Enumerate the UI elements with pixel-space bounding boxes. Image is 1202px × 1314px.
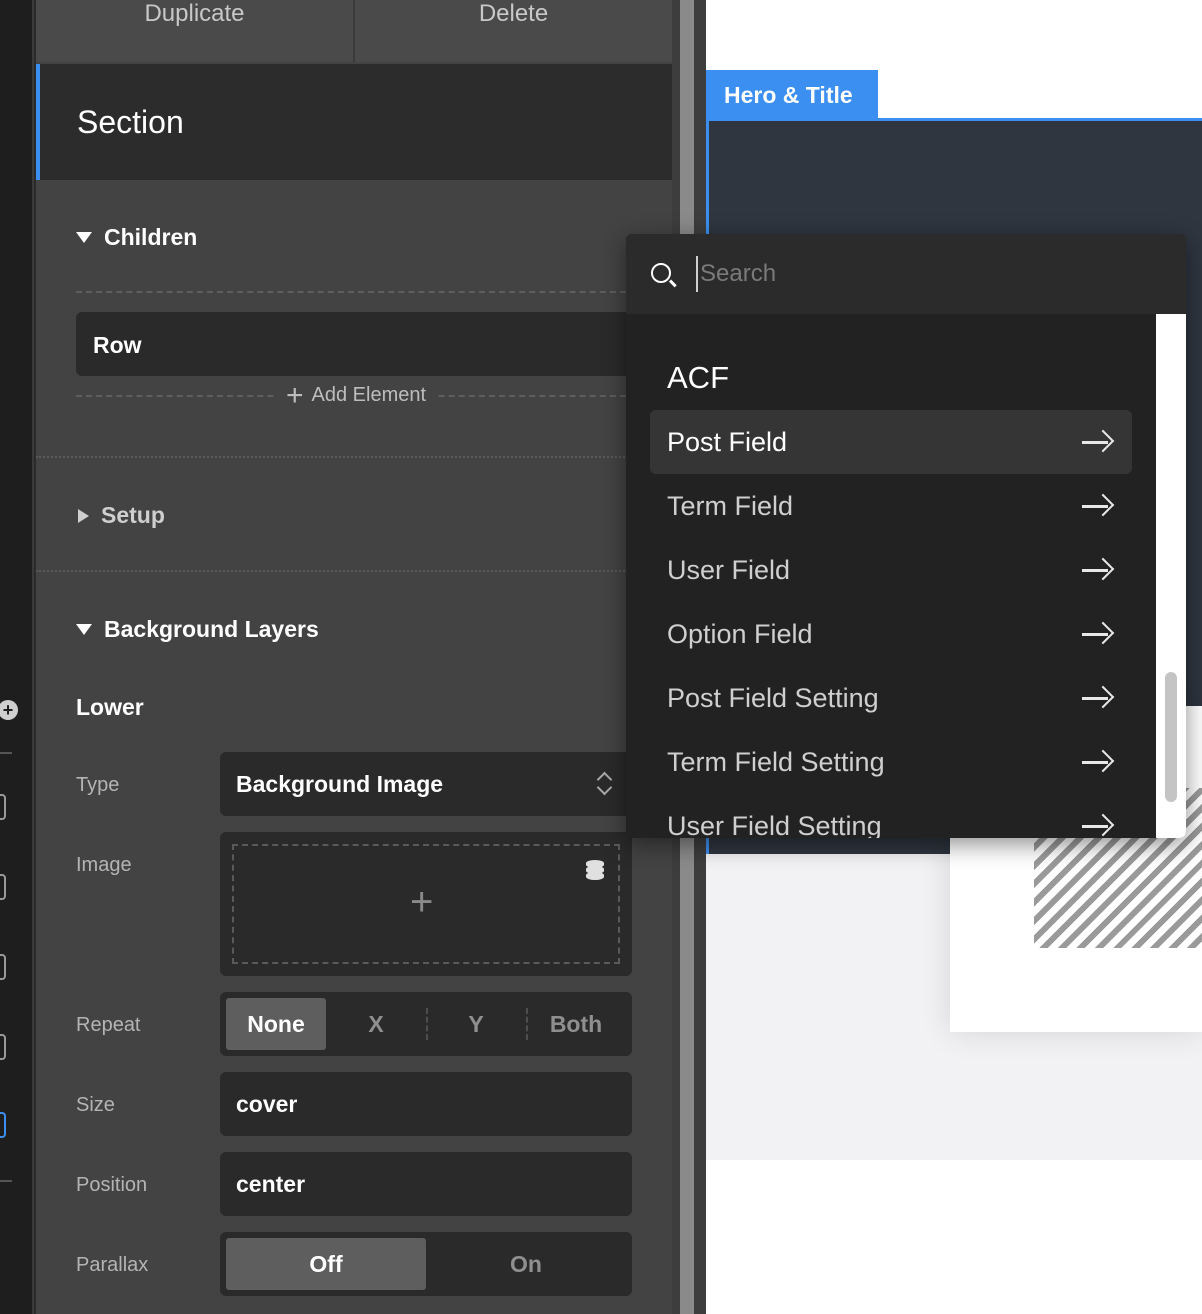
dropdown-list: ACF Post Field Term Field User Field Opt… — [626, 314, 1156, 838]
search-input[interactable] — [696, 256, 1136, 292]
child-item-label: Row — [93, 332, 142, 358]
dropdown-item-user-field[interactable]: User Field — [650, 538, 1132, 602]
dropdown-item-term-field-setting[interactable]: Term Field Setting — [650, 730, 1132, 794]
panel-top-buttons: Duplicate Delete — [36, 0, 672, 64]
caret-down-icon — [76, 232, 92, 243]
list-item-label: Term Field — [667, 491, 794, 521]
repeat-label: Repeat — [76, 1014, 141, 1036]
image-picker[interactable]: + — [220, 832, 632, 976]
setup-title: Setup — [101, 502, 165, 528]
dropdown-item-post-field[interactable]: Post Field — [650, 410, 1132, 474]
size-label: Size — [76, 1094, 115, 1116]
dropdown-item-post-field-setting[interactable]: Post Field Setting — [650, 666, 1132, 730]
selected-section-tab[interactable]: Hero & Title — [706, 70, 878, 120]
arrow-right-icon — [1082, 686, 1110, 710]
background-layers-title: Background Layers — [104, 616, 319, 642]
category-heading: ACF — [667, 360, 729, 395]
repeat-option-both[interactable]: Both — [526, 998, 626, 1050]
parallax-option-on[interactable]: On — [426, 1238, 626, 1290]
position-input[interactable]: center — [220, 1152, 632, 1216]
repeat-segmented-control: None X Y Both — [220, 992, 632, 1056]
child-item-row[interactable]: Row — [76, 312, 636, 376]
setup-group-toggle[interactable]: Setup — [78, 502, 165, 529]
parallax-option-off[interactable]: Off — [226, 1238, 426, 1290]
list-item-label: User Field — [667, 555, 791, 585]
add-element-label: Add Element — [311, 384, 427, 406]
repeat-option-y[interactable]: Y — [426, 998, 526, 1050]
rail-divider — [0, 1180, 12, 1182]
caret-right-icon — [78, 508, 89, 523]
add-icon[interactable]: + — [0, 700, 18, 720]
add-image-icon[interactable]: + — [410, 882, 433, 922]
parallax-label: Parallax — [76, 1254, 149, 1276]
group-divider — [36, 570, 636, 572]
image-label: Image — [76, 854, 132, 876]
background-layers-toggle[interactable]: Background Layers — [76, 616, 319, 643]
plus-icon: + — [286, 378, 304, 412]
list-item-label: User Field Setting — [667, 811, 882, 838]
list-item-label: Option Field — [667, 619, 813, 649]
device-icon[interactable] — [0, 1034, 6, 1060]
arrow-right-icon — [1082, 558, 1110, 582]
repeat-option-none[interactable]: None — [226, 998, 326, 1050]
element-title: Section — [77, 104, 184, 140]
position-label: Position — [76, 1174, 148, 1196]
scrollbar-thumb[interactable] — [1165, 672, 1177, 802]
children-group-toggle[interactable]: Children — [76, 224, 197, 251]
position-value: center — [236, 1171, 306, 1197]
settings-panel: Duplicate Delete Section Children Row + … — [36, 0, 672, 1314]
parallax-toggle: Off On — [220, 1232, 632, 1296]
type-select[interactable]: Background Image — [220, 752, 632, 816]
type-label: Type — [76, 774, 120, 796]
select-arrows-icon — [596, 770, 614, 798]
group-divider — [36, 456, 636, 458]
device-icon[interactable] — [0, 954, 6, 980]
caret-down-icon — [76, 624, 92, 635]
dropdown-item-user-field-setting[interactable]: User Field Setting — [650, 794, 1132, 838]
list-item-label: Term Field Setting — [667, 747, 885, 777]
device-icon[interactable] — [0, 874, 6, 900]
left-toolbar-rail: + — [0, 0, 34, 1314]
device-icon-active[interactable] — [0, 1112, 6, 1138]
arrow-right-icon — [1082, 622, 1110, 646]
add-element-button[interactable]: + Add Element — [274, 378, 439, 412]
rail-divider — [0, 752, 12, 754]
element-header: Section — [36, 64, 672, 180]
dropdown-scrollbar[interactable] — [1156, 314, 1186, 838]
size-input[interactable]: cover — [220, 1072, 632, 1136]
arrow-right-icon — [1082, 430, 1110, 454]
arrow-right-icon — [1082, 750, 1110, 774]
dropdown-item-option-field[interactable]: Option Field — [650, 602, 1132, 666]
device-icon[interactable] — [0, 794, 6, 820]
drop-zone-line — [76, 291, 636, 293]
duplicate-button[interactable]: Duplicate — [36, 0, 355, 62]
list-item-label: Post Field Setting — [667, 683, 879, 713]
delete-button[interactable]: Delete — [355, 0, 672, 62]
arrow-right-icon — [1082, 814, 1110, 838]
database-icon[interactable] — [586, 860, 604, 880]
layer-title: Lower — [76, 694, 144, 720]
selected-section-label: Hero & Title — [724, 82, 853, 108]
arrow-right-icon — [1082, 494, 1110, 518]
dropdown-search-bar — [626, 234, 1186, 314]
dynamic-data-dropdown: ACF Post Field Term Field User Field Opt… — [626, 234, 1186, 838]
dropdown-item-term-field[interactable]: Term Field — [650, 474, 1132, 538]
type-value: Background Image — [236, 771, 444, 797]
search-icon — [651, 263, 671, 283]
size-value: cover — [236, 1091, 298, 1117]
children-title: Children — [104, 224, 198, 250]
repeat-option-x[interactable]: X — [326, 998, 426, 1050]
list-item-label: Post Field — [667, 427, 788, 457]
